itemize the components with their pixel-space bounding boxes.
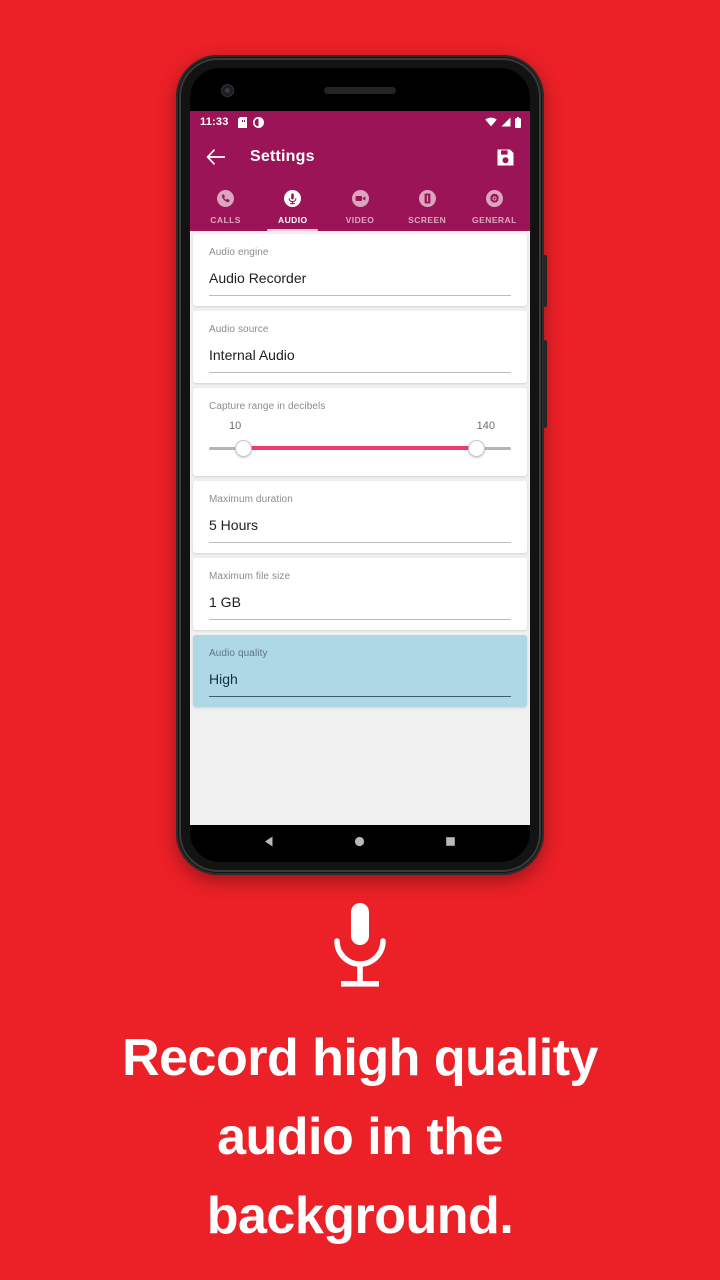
tab-general-label: GENERAL [472,215,517,225]
tab-screen[interactable]: SCREEN [394,181,461,231]
app-screen: 11:33 Settings CALLS AUDIO VIDEO SCREEN … [190,111,530,825]
tab-audio-label: AUDIO [277,215,308,225]
screen-icon [418,190,436,212]
tab-audio[interactable]: AUDIO [259,181,326,231]
front-camera-icon [222,85,233,96]
promo-headline: Record high quality audio in the backgro… [122,1029,598,1246]
battery-icon [515,116,521,128]
status-bar-system-icons [485,116,521,128]
status-bar-notification-icons [237,116,264,128]
setting-value[interactable]: Internal Audio [209,347,511,373]
setting-label: Maximum duration [209,494,293,505]
arrow-left-icon [206,149,225,165]
tab-calls-label: CALLS [210,215,241,225]
save-floppy-icon [497,149,513,165]
save-button[interactable] [492,144,518,170]
setting-label: Capture range in decibels [209,401,326,412]
setting-maximum-duration[interactable]: Maximum duration 5 Hours [193,481,527,553]
tab-video[interactable]: VIDEO [326,181,393,231]
setting-audio-source[interactable]: Audio source Internal Audio [193,311,527,383]
microphone-icon [284,190,302,212]
nav-back-triangle-icon[interactable] [263,835,276,853]
range-slider[interactable] [209,436,511,460]
cell-signal-icon [501,117,511,127]
video-cam-icon [351,190,369,212]
promo-section: Record high quality audio in the backgro… [0,900,720,1256]
slider-thumb-max[interactable] [468,439,485,457]
setting-capture-range[interactable]: Capture range in decibels 10 140 [193,388,527,476]
nav-home-circle-icon[interactable] [353,835,366,853]
phone-icon [217,190,235,212]
setting-maximum-file-size[interactable]: Maximum file size 1 GB [193,558,527,630]
earpiece-speaker [324,87,396,94]
setting-label: Maximum file size [209,571,291,582]
phone-power-button[interactable] [543,255,547,307]
setting-value[interactable]: 1 GB [209,594,511,620]
setting-value[interactable]: High [209,671,511,697]
phone-mockup: 11:33 Settings CALLS AUDIO VIDEO SCREEN … [176,55,547,875]
setting-value[interactable]: 5 Hours [209,517,511,543]
phone-screen: 11:33 Settings CALLS AUDIO VIDEO SCREEN … [190,68,530,862]
tab-calls[interactable]: CALLS [192,181,259,231]
setting-value[interactable]: Audio Recorder [209,270,511,296]
back-button[interactable] [202,144,228,170]
phone-top-bezel [190,68,530,111]
status-bar-clock: 11:33 [200,116,229,128]
nav-recents-square-icon[interactable] [444,835,457,853]
setting-audio-quality[interactable]: Audio quality High [193,635,527,707]
tab-video-label: VIDEO [345,215,375,225]
app-bar: Settings [190,133,530,181]
tab-screen-label: SCREEN [408,215,447,225]
tab-bar: CALLS AUDIO VIDEO SCREEN GENERAL [190,181,530,231]
page-title: Settings [250,148,315,165]
slider-max-value: 140 [476,420,495,432]
gear-icon [485,190,503,212]
app-notification-icon [252,116,264,128]
status-bar: 11:33 [190,111,530,133]
tab-general[interactable]: GENERAL [461,181,528,231]
setting-label: Audio engine [209,247,269,258]
sd-card-icon [237,116,247,128]
slider-value-labels: 10 140 [209,420,511,432]
slider-min-value: 10 [229,420,242,432]
microphone-icon [0,900,720,997]
android-nav-bar [190,825,530,862]
slider-thumb-min[interactable] [235,439,252,457]
setting-audio-engine[interactable]: Audio engine Audio Recorder [193,234,527,306]
settings-list[interactable]: Audio engine Audio Recorder Audio source… [190,231,530,825]
phone-volume-button[interactable] [543,340,547,428]
setting-label: Audio quality [209,648,268,659]
wifi-icon [485,117,497,127]
setting-label: Audio source [209,324,269,335]
slider-track-active [243,446,477,450]
